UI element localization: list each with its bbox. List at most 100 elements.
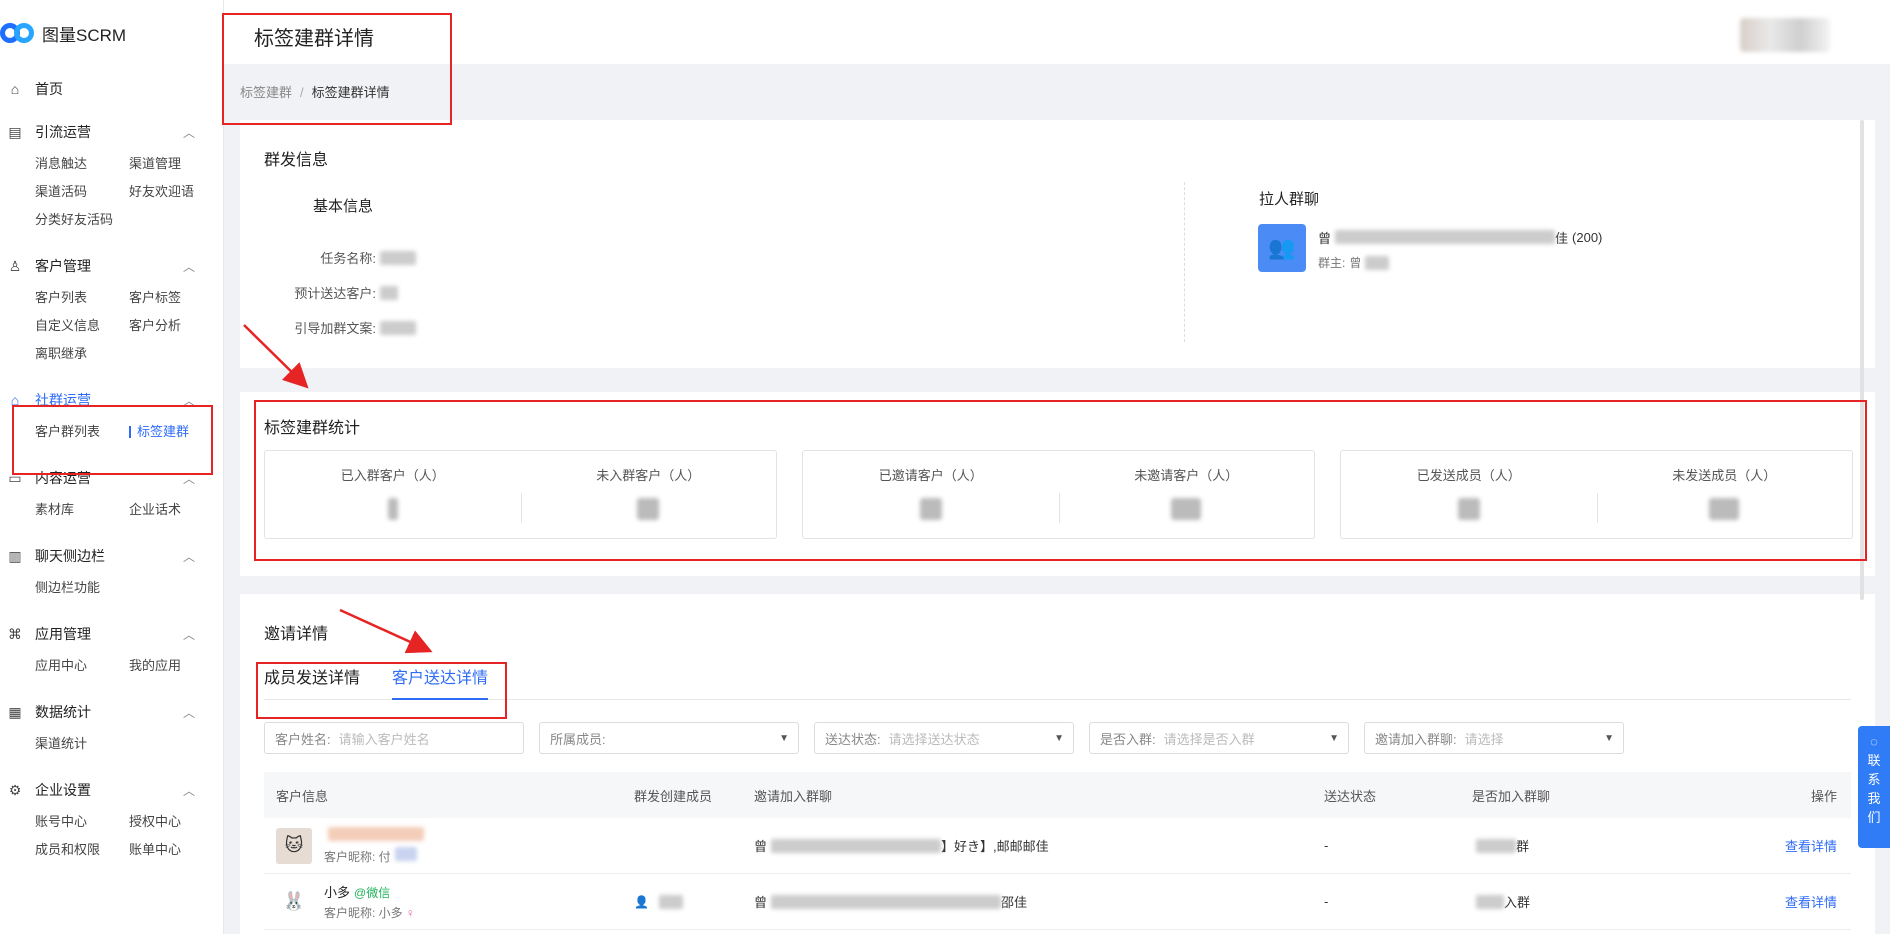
sidebar-item-account[interactable]: 账号中心 <box>35 810 129 834</box>
sidebar-item-label: 首页 <box>35 81 63 97</box>
sidebar-item-message[interactable]: 消息触达 <box>35 152 129 176</box>
sidebar-item-sidebar-func[interactable]: 侧边栏功能 <box>35 576 223 600</box>
contact-us-button[interactable]: ◌ 联系我们 <box>1858 726 1890 848</box>
customer-name-blur <box>328 826 424 841</box>
joined-tail: 入群 <box>1504 895 1531 910</box>
customer-name-filter[interactable]: 客户姓名: 请输入客户姓名 <box>264 722 524 754</box>
sidebar-item-script[interactable]: 企业话术 <box>129 498 223 522</box>
filter-label: 是否入群: <box>1100 731 1156 747</box>
logo[interactable]: 图量SCRM <box>0 0 223 66</box>
sidebar-item-channel-stats[interactable]: 渠道统计 <box>35 732 223 756</box>
guide-label: 引导加群文案: <box>294 321 376 336</box>
filter-label: 客户姓名: <box>275 731 331 747</box>
table-row: 🐱 客户昵称: 付 曾 】好き】,邮邮邮佳 - 群 查看详情 <box>264 818 1851 874</box>
task-name-row: 任务名称: <box>258 248 416 267</box>
basic-info-title: 基本信息 <box>313 198 374 215</box>
group-start: 曾 <box>754 895 768 910</box>
menu-head-settings[interactable]: ⚙ 企业设置 ︿ <box>0 770 223 810</box>
annotation-box-tabs <box>256 662 507 719</box>
sidebar-item-category-code[interactable]: 分类好友活码 <box>35 208 223 232</box>
group-name-blur <box>1335 230 1556 244</box>
sidebar-item-billing[interactable]: 账单中心 <box>129 838 223 862</box>
member-select[interactable]: 所属成员: ▼ <box>539 722 799 754</box>
menu-group-customer: ♙ 客户管理 ︿ 客户列表 客户标签 自定义信息 客户分析 离职继承 <box>0 246 223 366</box>
joined-cell: 入群 <box>1472 892 1762 911</box>
expected-row: 预计送达客户: <box>258 283 398 302</box>
view-detail-link[interactable]: 查看详情 <box>1785 839 1837 854</box>
delivery-status: - <box>1324 894 1329 909</box>
section-title: 群发信息 <box>264 152 329 169</box>
sidebar-item-welcome[interactable]: 好友欢迎语 <box>129 180 223 204</box>
menu-head-stats[interactable]: ▦ 数据统计 ︿ <box>0 692 223 732</box>
sidebar-item-customer-tag[interactable]: 客户标签 <box>129 286 223 310</box>
gear-icon: ⚙ <box>8 782 22 798</box>
joined-select[interactable]: 是否入群: 请选择是否入群 ▼ <box>1089 722 1349 754</box>
sidebar-item-material[interactable]: 素材库 <box>35 498 129 522</box>
menu-group-settings: ⚙ 企业设置 ︿ 账号中心 授权中心 成员和权限 账单中心 <box>0 770 223 862</box>
guide-value <box>380 320 416 335</box>
group-blur <box>771 838 942 853</box>
filter-placeholder: 请选择是否入群 <box>1163 731 1255 747</box>
sidebar-item-custom-info[interactable]: 自定义信息 <box>35 314 129 338</box>
chevron-up-icon: ︿ <box>182 126 195 140</box>
wechat-tag: @微信 <box>354 886 391 900</box>
joined-blur <box>1476 838 1516 853</box>
menu-head-traffic[interactable]: ▤ 引流运营 ︿ <box>0 112 223 152</box>
table-header: 客户信息 群发创建成员 邀请加入群聊 送达状态 是否加入群聊 操作 <box>264 772 1851 818</box>
sidebar-item-resign[interactable]: 离职继承 <box>35 342 129 366</box>
sidebar-item-channel-manage[interactable]: 渠道管理 <box>129 152 223 176</box>
invite-card: 邀请详情 成员发送详情 客户送达详情 客户姓名: 请输入客户姓名 所属成员: ▼… <box>240 594 1875 934</box>
group-blur <box>771 894 1002 909</box>
menu-head-chat-sidebar[interactable]: ▥ 聊天侧边栏 ︿ <box>0 536 223 576</box>
sidebar-item-my-apps[interactable]: 我的应用 <box>129 654 223 678</box>
caret-down-icon: ▼ <box>1604 733 1614 744</box>
menu-head-customer[interactable]: ♙ 客户管理 ︿ <box>0 246 223 286</box>
col-header: 送达状态 <box>1324 788 1377 804</box>
customer-avatar: 🐱 <box>276 827 312 864</box>
view-detail-link[interactable]: 查看详情 <box>1785 895 1837 910</box>
sidebar-item-app-center[interactable]: 应用中心 <box>35 654 129 678</box>
task-name-label: 任务名称: <box>320 251 376 266</box>
chevron-up-icon: ︿ <box>182 784 195 798</box>
menu-head-apps[interactable]: ⌘ 应用管理 ︿ <box>0 614 223 654</box>
chevron-up-icon: ︿ <box>182 628 195 642</box>
customer-name: 小多 <box>324 885 351 900</box>
customer-table: 客户信息 群发创建成员 邀请加入群聊 送达状态 是否加入群聊 操作 🐱 客户昵称… <box>264 772 1851 930</box>
group-count: (200) <box>1572 229 1603 245</box>
customer-nickname: 客户昵称: 小多 <box>324 906 403 920</box>
delivery-status: - <box>1324 838 1329 853</box>
sidebar-icon: ▥ <box>8 548 22 564</box>
sidebar-item-home[interactable]: ⌂ 首页 <box>0 66 223 112</box>
guide-row: 引导加群文案: <box>258 318 416 337</box>
sidebar-item-customer-analysis[interactable]: 客户分析 <box>129 314 223 338</box>
sidebar-item-customer-list[interactable]: 客户列表 <box>35 286 129 310</box>
expected-label: 预计送达客户: <box>294 286 376 301</box>
status-select[interactable]: 送达状态: 请选择送达状态 ▼ <box>814 722 1074 754</box>
sidebar-item-auth[interactable]: 授权中心 <box>129 810 223 834</box>
chart-icon: ▤ <box>8 124 22 140</box>
chevron-up-icon: ︿ <box>182 550 195 564</box>
divider <box>1184 182 1185 342</box>
joined-blur <box>1476 894 1504 909</box>
sidebar-item-members[interactable]: 成员和权限 <box>35 838 129 862</box>
pull-group-title: 拉人群聊 <box>1259 191 1320 208</box>
top-header: 标签建群详情 <box>224 0 1890 64</box>
chevron-up-icon: ︿ <box>182 260 195 274</box>
sidebar-item-channel-code[interactable]: 渠道活码 <box>35 180 129 204</box>
invite-title: 邀请详情 <box>264 626 329 643</box>
creator-blur <box>658 894 683 909</box>
annotation-box-title <box>222 13 452 125</box>
customer-nickname: 客户昵称: 付 <box>324 849 391 864</box>
caret-down-icon: ▼ <box>779 733 789 744</box>
menu-head-label: 引流运营 <box>35 124 91 140</box>
col-header: 邀请加入群聊 <box>754 788 833 804</box>
caret-down-icon: ▼ <box>1329 733 1339 744</box>
group-select[interactable]: 邀请加入群聊: 请选择 ▼ <box>1364 722 1624 754</box>
group-owner: 群主: 曾 <box>1318 254 1602 271</box>
filter-label: 送达状态: <box>825 731 881 747</box>
logo-icon <box>0 18 34 48</box>
bar-chart-icon: ▦ <box>8 704 22 720</box>
invite-group-cell: 曾 】好き】,邮邮邮佳 <box>754 836 1324 855</box>
user-avatar[interactable] <box>1740 18 1830 52</box>
group-name-end: 佳 <box>1555 230 1569 246</box>
